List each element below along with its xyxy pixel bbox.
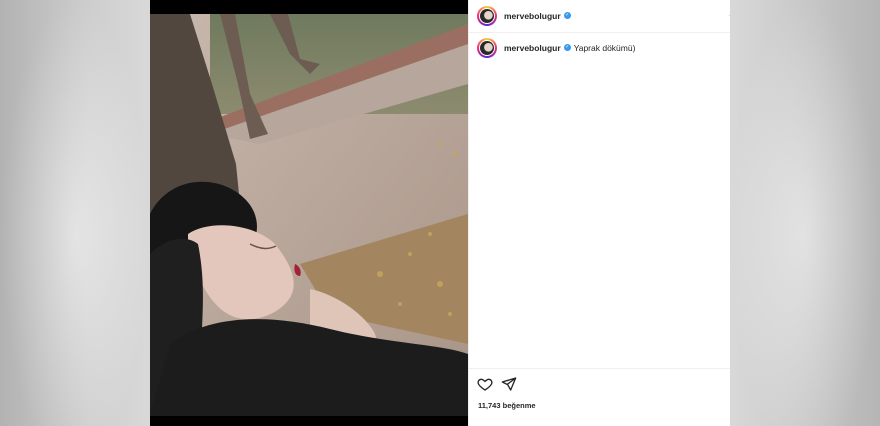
post-actions: 11,743 beğenme [469,368,730,426]
photo-image [150,14,468,416]
avatar[interactable] [477,6,497,26]
caption-avatar[interactable] [477,38,497,58]
caption-username[interactable]: mervebolugur [504,43,561,53]
post-side-panel: mervebolugur ✓ · mervebolugur ✓ Yaprak d… [468,0,730,426]
likes-count[interactable]: 11,743 beğenme [478,401,536,410]
verified-badge-icon: ✓ [563,11,571,19]
post-header: mervebolugur ✓ · [469,0,730,33]
instagram-post: mervebolugur ✓ · mervebolugur ✓ Yaprak d… [150,0,730,426]
paper-plane-icon[interactable] [501,376,517,392]
caption-row: mervebolugur ✓ Yaprak dökümü) [469,38,723,58]
post-photo[interactable] [150,0,468,426]
verified-badge-icon: ✓ [563,43,571,51]
background-right-blur [730,0,880,426]
caption-text: Yaprak dökümü) [573,43,636,53]
ellipsis-icon[interactable]: · [729,10,730,21]
background-left-blur [0,0,150,426]
username-link[interactable]: mervebolugur [504,11,561,21]
heart-icon[interactable] [477,376,493,392]
username-text: mervebolugur [504,11,561,21]
